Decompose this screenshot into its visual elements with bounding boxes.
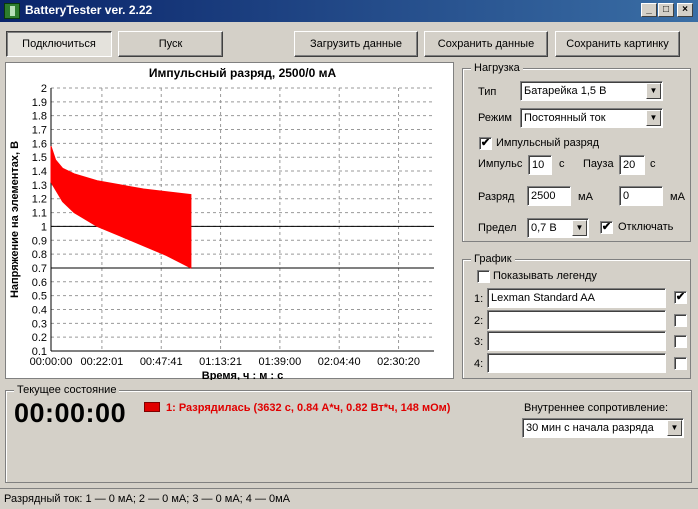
x-tick-label: 00:00:00	[30, 356, 73, 368]
y-tick-label: 1.7	[32, 125, 47, 137]
series-name-input-4[interactable]	[487, 353, 666, 373]
y-tick-label: 1.6	[32, 138, 47, 150]
y-tick-label: 1.2	[32, 194, 47, 206]
series-name-input-3[interactable]	[487, 331, 666, 351]
title-bar: BatteryTester ver. 2.22 _ □ ×	[0, 0, 698, 22]
series-visible-checkbox-1[interactable]: ✔	[674, 291, 687, 304]
x-tick-label: 00:22:01	[80, 356, 123, 368]
discharge-status-message: 1: Разрядилась (3632 с, 0.84 А*ч, 0.82 В…	[166, 402, 451, 414]
series-name-input-1[interactable]: Lexman Standard AA	[487, 288, 666, 308]
save-image-button[interactable]: Сохранить картинку	[555, 31, 680, 57]
pause-input[interactable]: 20	[619, 155, 645, 175]
resistance-select[interactable]: 30 мин с начала разряда ▼	[522, 418, 684, 438]
resistance-label: Внутреннее сопротивление:	[524, 402, 669, 414]
pulse-checkbox[interactable]: ✔	[479, 137, 492, 150]
y-tick-label: 1.8	[32, 111, 47, 123]
elapsed-time: 00:00:00	[14, 398, 127, 428]
y-tick-label: 0.6	[32, 277, 47, 289]
save-data-button[interactable]: Сохранить данные	[424, 31, 548, 57]
y-tick-label: 1.1	[32, 208, 47, 220]
y-tick-label: 1.5	[32, 152, 47, 164]
resistance-select-value: 30 мин с начала разряда	[526, 422, 654, 434]
pulse-unit: с	[559, 158, 565, 170]
load-group-title: Нагрузка	[471, 62, 523, 74]
minimize-button[interactable]: _	[641, 3, 657, 17]
chevron-down-icon[interactable]: ▼	[667, 420, 682, 436]
graph-group-title: График	[471, 253, 515, 265]
y-tick-label: 0.2	[32, 332, 47, 344]
y-tick-label: 2	[41, 83, 47, 95]
show-legend-checkbox[interactable]	[477, 270, 490, 283]
chevron-down-icon[interactable]: ▼	[646, 83, 661, 99]
start-button[interactable]: Пуск	[118, 31, 223, 57]
pause-unit: с	[650, 158, 656, 170]
series-visible-checkbox-3[interactable]	[674, 335, 687, 348]
connect-button[interactable]: Подключиться	[6, 31, 112, 57]
type-select[interactable]: Батарейка 1,5 В ▼	[520, 81, 663, 101]
series-name-input-2[interactable]	[487, 310, 666, 330]
y-tick-label: 1	[41, 221, 47, 233]
x-tick-label: 02:04:40	[318, 356, 361, 368]
type-select-value: Батарейка 1,5 В	[524, 85, 607, 97]
discharge-area	[50, 145, 192, 269]
pulse-checkbox-label: Импульсный разряд	[496, 137, 600, 149]
limit-select-value: 0,7 В	[531, 222, 557, 234]
slot-number: 1:	[474, 293, 484, 305]
y-tick-label: 1.3	[32, 180, 47, 192]
pulse-label: Импульс	[478, 158, 523, 170]
y-tick-label: 0.7	[32, 263, 47, 275]
discharge-current-input[interactable]: 2500	[527, 186, 571, 206]
window-title: BatteryTester ver. 2.22	[25, 3, 153, 17]
chart-title: Импульсный разряд, 2500/0 мА	[149, 66, 337, 80]
x-tick-label: 00:47:41	[140, 356, 183, 368]
y-axis-label: Напряжение на элементах, В	[9, 141, 21, 298]
y-tick-label: 0.4	[32, 304, 47, 316]
battery-app-icon	[4, 3, 20, 19]
discharge-unit: мА	[578, 191, 593, 203]
discharge-unit-2: мА	[670, 191, 685, 203]
y-tick-label: 1.4	[32, 166, 47, 178]
discharge-current-input-2[interactable]: 0	[619, 186, 663, 206]
series-visible-checkbox-4[interactable]	[674, 357, 687, 370]
x-axis-label: Время, ч : м : с	[202, 370, 284, 380]
y-tick-label: 1.9	[32, 97, 47, 109]
chart-svg: Импульсный разряд, 2500/0 мА0.10.20.30.4…	[9, 66, 434, 382]
y-tick-label: 0.3	[32, 318, 47, 330]
close-button[interactable]: ×	[677, 3, 693, 17]
y-tick-label: 0.5	[32, 291, 47, 303]
maximize-button[interactable]: □	[658, 3, 674, 17]
cutoff-label: Отключать	[618, 221, 674, 233]
chevron-down-icon[interactable]: ▼	[646, 110, 661, 126]
current-state-title: Текущее состояние	[14, 384, 120, 396]
limit-select[interactable]: 0,7 В ▼	[527, 218, 589, 238]
show-legend-label: Показывать легенду	[493, 270, 597, 282]
mode-select-value: Постоянный ток	[524, 112, 606, 124]
y-tick-label: 0.9	[32, 235, 47, 247]
mode-label: Режим	[478, 112, 512, 124]
series-color-swatch	[144, 402, 160, 412]
pulse-input[interactable]: 10	[528, 155, 552, 175]
load-data-button[interactable]: Загрузить данные	[294, 31, 418, 57]
slot-number: 4:	[474, 358, 484, 370]
mode-select[interactable]: Постоянный ток ▼	[520, 108, 663, 128]
status-bar: Разрядный ток: 1 — 0 мА; 2 — 0 мА; 3 — 0…	[0, 488, 698, 509]
slot-number: 2:	[474, 315, 484, 327]
slot-number: 3:	[474, 336, 484, 348]
cutoff-checkbox[interactable]: ✔	[600, 221, 613, 234]
discharge-chart: Импульсный разряд, 2500/0 мА 0.1 0.2 0.3 0.4…	[5, 62, 454, 382]
x-tick-label: 01:13:21	[199, 356, 242, 368]
chevron-down-icon[interactable]: ▼	[572, 220, 587, 236]
type-label: Тип	[478, 86, 497, 98]
discharge-label: Разряд	[478, 191, 515, 203]
x-tick-label: 02:30:20	[377, 356, 420, 368]
limit-label: Предел	[478, 222, 517, 234]
x-tick-label: 01:39:00	[258, 356, 301, 368]
series-visible-checkbox-2[interactable]	[674, 314, 687, 327]
y-tick-label: 0.8	[32, 249, 47, 261]
pause-label: Пауза	[583, 158, 614, 170]
